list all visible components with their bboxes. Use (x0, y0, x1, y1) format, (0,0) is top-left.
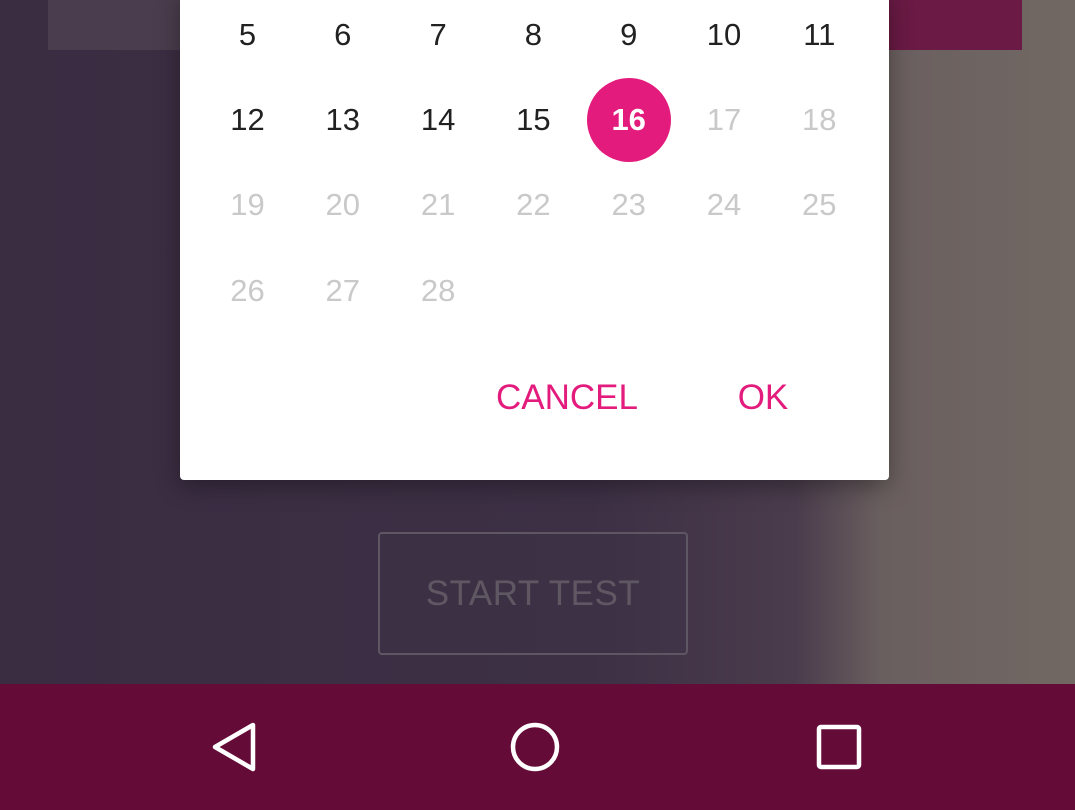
calendar-day: 24 (677, 162, 772, 247)
calendar-day[interactable]: 5 (200, 0, 295, 77)
calendar-day-label: 13 (325, 101, 361, 137)
calendar-day-label: 7 (429, 16, 447, 52)
calendar-day-label: 19 (230, 186, 265, 222)
calendar-day[interactable]: 11 (772, 0, 867, 77)
calendar-day: 22 (486, 162, 581, 247)
ok-label: OK (737, 378, 789, 417)
calendar-week-row: 12 13 14 15 16 17 18 (200, 77, 867, 162)
start-test-label: START TEST (425, 573, 641, 613)
recents-button[interactable] (809, 717, 869, 777)
calendar-day[interactable]: 8 (486, 0, 581, 77)
dialog-actions: CANCEL OK (180, 368, 889, 428)
calendar-day[interactable]: 14 (391, 77, 486, 162)
ok-button[interactable]: OK (718, 368, 808, 428)
back-triangle-icon (212, 722, 256, 772)
calendar-day-label: 15 (516, 101, 551, 137)
calendar-day-label: 6 (334, 16, 352, 52)
start-test-button[interactable]: START TEST (378, 532, 688, 655)
calendar-day-label: 22 (516, 186, 551, 222)
calendar-day: 21 (391, 162, 486, 247)
calendar-day[interactable]: 7 (391, 0, 486, 77)
calendar-day-label: 12 (230, 101, 265, 137)
calendar-day-label: 10 (706, 16, 742, 52)
calendar-day-label: 8 (524, 16, 543, 52)
recents-square-icon (816, 724, 862, 770)
screen: START TEST 5 6 7 8 9 10 11 12 13 14 15 16 17 18 19 20 21… (0, 0, 1075, 810)
calendar-day-label: 18 (802, 101, 837, 137)
cancel-button[interactable]: CANCEL (487, 368, 647, 428)
calendar-day-label: 16 (586, 77, 671, 162)
calendar-day-label: 11 (803, 16, 836, 52)
calendar-day-label: 26 (230, 272, 265, 308)
calendar-day[interactable]: 9 (581, 0, 676, 77)
calendar-day-label: 23 (611, 186, 646, 222)
calendar-day-label: 27 (325, 272, 361, 308)
calendar-day: 28 (391, 248, 486, 333)
calendar-day: 25 (772, 162, 867, 247)
back-button[interactable] (203, 717, 263, 777)
calendar-week-row: 19 20 21 22 23 24 25 (200, 162, 867, 247)
calendar-day[interactable]: 12 (200, 77, 295, 162)
calendar-day-label: 5 (238, 16, 257, 52)
calendar-day-selected[interactable]: 16 (581, 77, 676, 162)
calendar-week-row: 26 27 28 (200, 248, 867, 333)
cancel-label: CANCEL (496, 378, 638, 417)
calendar-day[interactable]: 6 (295, 0, 390, 77)
calendar-day: 27 (295, 248, 390, 333)
home-button[interactable] (505, 717, 565, 777)
calendar-day[interactable]: 15 (486, 77, 581, 162)
calendar-day: 23 (581, 162, 676, 247)
calendar-day-label: 14 (420, 101, 456, 137)
calendar-day: 17 (677, 77, 772, 162)
home-circle-icon (510, 722, 560, 772)
calendar-day-label: 20 (325, 186, 361, 222)
calendar-day-label: 17 (706, 101, 742, 137)
calendar-day: 20 (295, 162, 390, 247)
calendar-day-label: 24 (706, 186, 742, 222)
date-picker-dialog: 5 6 7 8 9 10 11 12 13 14 15 16 17 18 19 20 21 22 23 24 25 26 2… (180, 0, 889, 480)
calendar-day: 26 (200, 248, 295, 333)
calendar-week-row: 5 6 7 8 9 10 11 (200, 0, 867, 77)
calendar-day-label: 25 (802, 186, 837, 222)
calendar-day-label: 28 (420, 272, 456, 308)
calendar-day[interactable]: 13 (295, 77, 390, 162)
calendar-day-label: 21 (420, 186, 456, 222)
calendar-day[interactable]: 10 (677, 0, 772, 77)
calendar-day-label: 9 (620, 16, 638, 52)
navigation-bar (0, 684, 1075, 810)
calendar-day: 18 (772, 77, 867, 162)
calendar-day: 19 (200, 162, 295, 247)
